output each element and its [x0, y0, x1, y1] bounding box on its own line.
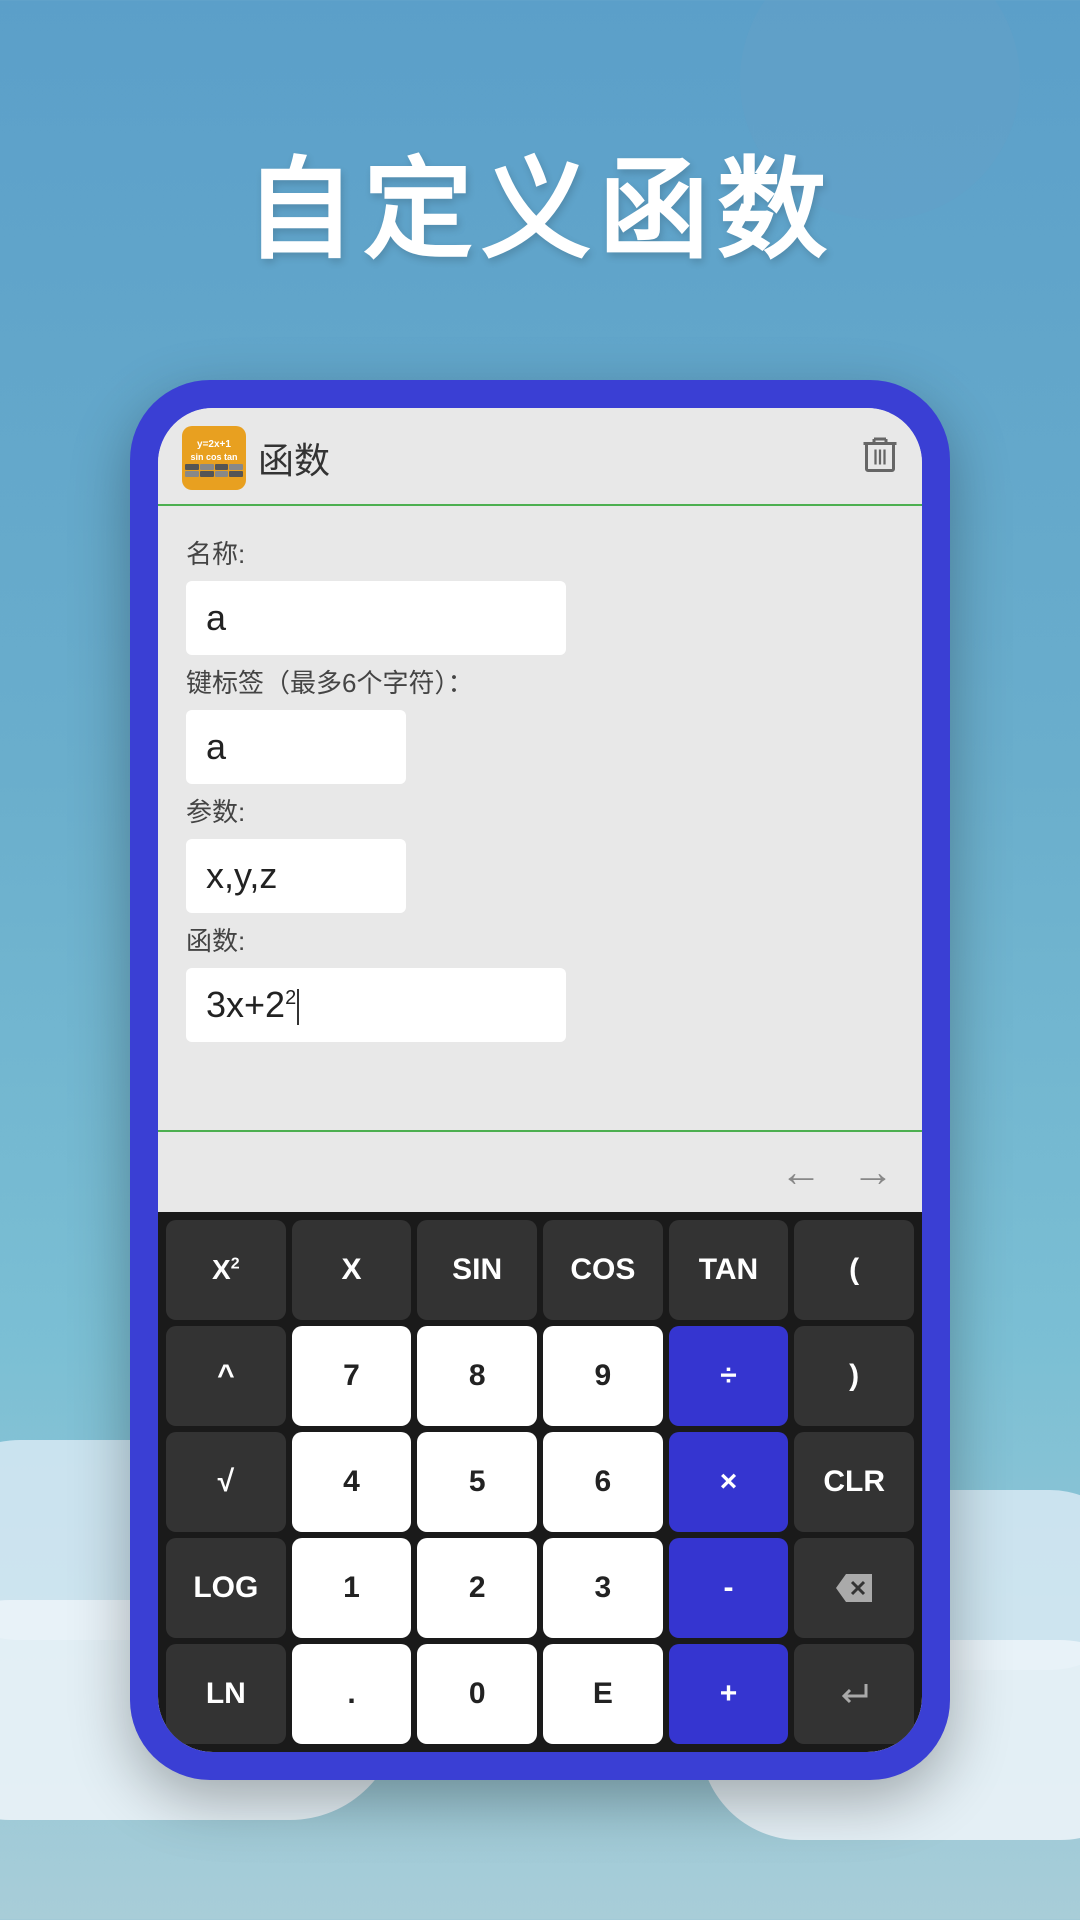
key-+-label: + [720, 1677, 738, 1711]
key-cos[interactable]: COS [543, 1220, 663, 1320]
page-title: 自定义函数 [0, 120, 1080, 280]
key-7-label: 7 [343, 1359, 360, 1393]
key-x[interactable]: X [292, 1220, 412, 1320]
key-√-label: √ [218, 1465, 234, 1499]
nav-left-arrow[interactable]: ← [780, 1148, 822, 1196]
trash-button[interactable] [862, 434, 898, 482]
key-3-label: 3 [594, 1571, 611, 1605]
phone-screen: y=2x+1 sin cos tan 函数 [158, 408, 922, 1752]
key-cos-label: COS [570, 1253, 635, 1287]
key--[interactable]: ) [794, 1326, 914, 1426]
text-cursor [297, 989, 299, 1025]
function-label: 函数: [186, 921, 894, 958]
key-e[interactable]: E [543, 1644, 663, 1744]
key-2-label: 2 [469, 1571, 486, 1605]
key-÷-label: ÷ [720, 1359, 736, 1393]
key-9[interactable]: 9 [543, 1326, 663, 1426]
key--[interactable]: ^ [166, 1326, 286, 1426]
key-0-label: 0 [469, 1677, 486, 1711]
key-9-label: 9 [594, 1359, 611, 1393]
app-header: y=2x+1 sin cos tan 函数 [158, 408, 922, 506]
key---label: - [723, 1571, 733, 1605]
nav-row: ← → [158, 1130, 922, 1212]
nav-right-arrow[interactable]: → [852, 1148, 894, 1196]
key--[interactable]: ( [794, 1220, 914, 1320]
key-e-label: E [593, 1677, 613, 1711]
key-sin-label: SIN [452, 1253, 502, 1287]
app-icon: y=2x+1 sin cos tan [182, 426, 246, 490]
name-label: 名称: [186, 534, 894, 571]
calc-keyboard: X2 X SIN COS TAN ( ^ 7 8 9 ÷) √ 4 5 6 × CLR LOG 1 2 3 - LN. 0 E… [158, 1212, 922, 1752]
key-log[interactable]: LOG [166, 1538, 286, 1638]
app-icon-formula: y=2x+1 [197, 440, 231, 450]
key--[interactable]: . [292, 1644, 412, 1744]
key-input[interactable]: a [186, 710, 406, 784]
key--[interactable]: - [669, 1538, 789, 1638]
key-7[interactable]: 7 [292, 1326, 412, 1426]
header-title: 函数 [258, 432, 850, 484]
key--[interactable]: × [669, 1432, 789, 1532]
app-icon-grid [185, 464, 243, 477]
params-input[interactable]: x,y,z [186, 839, 406, 913]
function-value: 3x+22 [206, 984, 296, 1025]
key-.-label: . [347, 1677, 355, 1711]
key--[interactable]: + [669, 1644, 789, 1744]
params-label: 参数: [186, 792, 894, 829]
phone-frame: y=2x+1 sin cos tan 函数 [130, 380, 950, 1780]
key-5-label: 5 [469, 1465, 486, 1499]
key--[interactable]: ÷ [669, 1326, 789, 1426]
key-^-label: ^ [217, 1359, 235, 1393]
key-log-label: LOG [193, 1571, 258, 1605]
key-tan[interactable]: TAN [669, 1220, 789, 1320]
key-x2-label: X2 [212, 1254, 240, 1286]
key-label: 键标签（最多6个字符）： [186, 663, 894, 700]
key-clr-label: CLR [823, 1465, 885, 1499]
key-1[interactable]: 1 [292, 1538, 412, 1638]
key-enter[interactable] [794, 1644, 914, 1744]
key-3[interactable]: 3 [543, 1538, 663, 1638]
key-tan-label: TAN [699, 1253, 758, 1287]
key-x-[interactable]: X2 [166, 1220, 286, 1320]
key-ln-label: LN [206, 1677, 246, 1711]
key-ln[interactable]: LN [166, 1644, 286, 1744]
key-sin[interactable]: SIN [417, 1220, 537, 1320]
key-2[interactable]: 2 [417, 1538, 537, 1638]
key-(-label: ( [849, 1253, 859, 1287]
key-4[interactable]: 4 [292, 1432, 412, 1532]
name-input[interactable]: a [186, 581, 566, 655]
key-8-label: 8 [469, 1359, 486, 1393]
key-×-label: × [720, 1465, 738, 1499]
key-6[interactable]: 6 [543, 1432, 663, 1532]
key-5[interactable]: 5 [417, 1432, 537, 1532]
key--[interactable]: √ [166, 1432, 286, 1532]
key-)-label: ) [849, 1359, 859, 1393]
key-x-label: X [341, 1253, 361, 1287]
app-icon-trig: sin cos tan [190, 452, 237, 462]
key-1-label: 1 [343, 1571, 360, 1605]
key-8[interactable]: 8 [417, 1326, 537, 1426]
key-0[interactable]: 0 [417, 1644, 537, 1744]
key-clr[interactable]: CLR [794, 1432, 914, 1532]
key-4-label: 4 [343, 1465, 360, 1499]
key-6-label: 6 [594, 1465, 611, 1499]
key-backspace[interactable] [794, 1538, 914, 1638]
function-input[interactable]: 3x+22 [186, 968, 566, 1042]
form-content: 名称: a 键标签（最多6个字符）： a 参数: x,y,z 函数: 3x+22 [158, 506, 922, 1130]
